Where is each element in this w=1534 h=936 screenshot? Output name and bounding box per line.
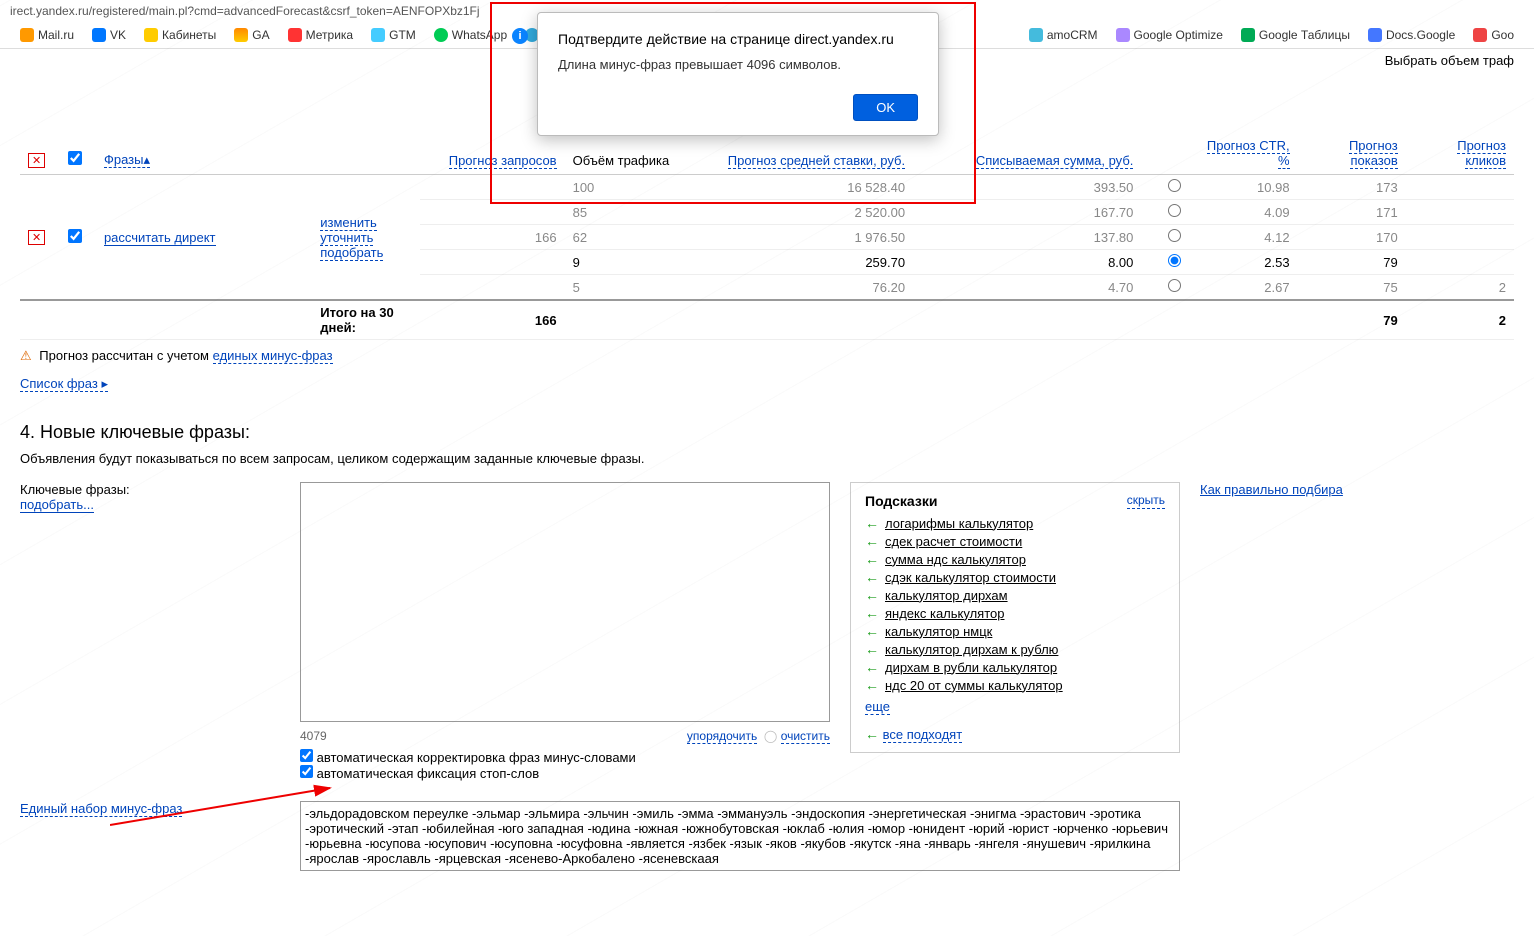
arrow-left-icon: ← <box>865 605 879 621</box>
bookmark-amocrm[interactable]: amoCRM <box>1029 28 1098 42</box>
phrases-textarea[interactable] <box>300 482 830 722</box>
hint-link[interactable]: яндекс калькулятор <box>885 606 1004 621</box>
hint-item[interactable]: ← калькулятор нмцк <box>865 623 1165 639</box>
auto-stopwords-checkbox[interactable] <box>300 765 313 778</box>
col-requests[interactable]: Прогноз запросов <box>449 153 557 169</box>
arrow-left-icon: ← <box>865 515 879 531</box>
col-phrases[interactable]: Фразы▴ <box>104 152 150 168</box>
bookmark-gtm[interactable]: GTM <box>371 28 416 42</box>
clear-link[interactable]: очистить <box>781 729 830 744</box>
hints-box: Подсказки скрыть ← логарифмы калькулятор… <box>850 482 1180 753</box>
bookmark-vk[interactable]: VK <box>92 28 126 42</box>
all-ok-link[interactable]: все подходят <box>883 727 963 743</box>
row-radio[interactable] <box>1168 179 1181 192</box>
minus-textarea[interactable] <box>300 801 1180 871</box>
info-icon: i <box>512 28 528 44</box>
minus-phrases-row: Единый набор минус-фраз <box>0 791 1534 881</box>
pick-phrases-link[interactable]: подобрать... <box>20 497 94 513</box>
confirm-dialog: Подтвердите действие на странице direct.… <box>537 12 939 136</box>
arrow-left-icon: ← <box>865 659 879 675</box>
arrow-left-icon: ← <box>865 726 879 742</box>
bookmark-ga[interactable]: GA <box>234 28 269 42</box>
delete-all-icon[interactable]: ✕ <box>28 153 45 168</box>
phrases-label: Ключевые фразы: <box>20 482 130 497</box>
arrow-left-icon: ← <box>865 533 879 549</box>
select-all-checkbox[interactable] <box>68 151 82 165</box>
bookmark-cabinets[interactable]: Кабинеты <box>144 28 216 42</box>
hints-hide-link[interactable]: скрыть <box>1127 493 1165 509</box>
col-ctr[interactable]: Прогноз CTR, % <box>1207 138 1290 169</box>
hint-item[interactable]: ← дирхам в рубли калькулятор <box>865 659 1165 675</box>
section-title: 4. Новые ключевые фразы: <box>20 422 1514 443</box>
hint-item[interactable]: ← калькулятор дирхам <box>865 587 1165 603</box>
hint-item[interactable]: ← яндекс калькулятор <box>865 605 1165 621</box>
hint-link[interactable]: логарифмы калькулятор <box>885 516 1033 531</box>
hint-link[interactable]: калькулятор дирхам <box>885 588 1008 603</box>
table-row: ✕ рассчитать директ изменить уточнить по… <box>20 175 1514 200</box>
section-desc: Объявления будут показываться по всем за… <box>20 451 1514 466</box>
arrow-left-icon: ← <box>865 641 879 657</box>
warning-icon: ⚠ <box>20 348 32 363</box>
minus-set-link[interactable]: Единый набор минус-фраз <box>20 801 182 817</box>
hint-item[interactable]: ← сдек расчет стоимости <box>865 533 1165 549</box>
hints-more-link[interactable]: еще <box>865 699 890 715</box>
row-radio[interactable] <box>1168 254 1181 267</box>
auto-correct-checkbox[interactable] <box>300 749 313 762</box>
arrow-left-icon: ← <box>865 569 879 585</box>
bookmark-optimize[interactable]: Google Optimize <box>1116 28 1223 42</box>
ok-button[interactable]: OK <box>853 94 918 121</box>
forecast-table: ✕ Фразы▴ Прогноз запросов Объём трафика … <box>20 132 1514 340</box>
total-row: Итого на 30 дней: 166 79 2 <box>20 300 1514 340</box>
col-traffic: Объём трафика <box>565 132 709 175</box>
arrow-left-icon: ← <box>865 677 879 693</box>
bookmark-google[interactable]: Goo <box>1473 28 1514 42</box>
row-radio[interactable] <box>1168 279 1181 292</box>
arrow-left-icon: ← <box>865 587 879 603</box>
hint-link[interactable]: ндс 20 от суммы калькулятор <box>885 678 1063 693</box>
how-to-pick-link[interactable]: Как правильно подбира <box>1200 482 1343 497</box>
bookmark-mailru[interactable]: Mail.ru <box>20 28 74 42</box>
col-writeoff[interactable]: Списываемая сумма, руб. <box>976 153 1134 169</box>
col-clicks[interactable]: Прогноз кликов <box>1457 138 1506 169</box>
action-change[interactable]: изменить <box>320 215 377 231</box>
hint-item[interactable]: ← логарифмы калькулятор <box>865 515 1165 531</box>
hint-link[interactable]: сдек расчет стоимости <box>885 534 1022 549</box>
phrase-link[interactable]: рассчитать директ <box>104 230 216 246</box>
hint-item[interactable]: ← ндс 20 от суммы калькулятор <box>865 677 1165 693</box>
hint-link[interactable]: дирхам в рубли калькулятор <box>885 660 1057 675</box>
action-refine[interactable]: уточнить <box>320 230 373 246</box>
bookmark-sheets[interactable]: Google Таблицы <box>1241 28 1350 42</box>
row-checkbox[interactable] <box>68 229 82 243</box>
note-line: ⚠ Прогноз рассчитан с учетом единых мину… <box>0 340 1534 372</box>
minus-phrases-link[interactable]: единых минус-фраз <box>213 348 333 364</box>
hint-link[interactable]: калькулятор дирхам к рублю <box>885 642 1058 657</box>
sort-link[interactable]: упорядочить <box>687 729 757 744</box>
bookmark-whatsapp[interactable]: WhatsApp <box>434 28 507 42</box>
hints-title: Подсказки <box>865 493 937 509</box>
hint-link[interactable]: сумма ндс калькулятор <box>885 552 1026 567</box>
delete-row-icon[interactable]: ✕ <box>28 230 45 245</box>
bookmark-docs[interactable]: Docs.Google <box>1368 28 1455 42</box>
hint-link[interactable]: сдэк калькулятор стоимости <box>885 570 1056 585</box>
dialog-text: Длина минус-фраз превышает 4096 символов… <box>558 57 918 72</box>
col-avg-rate[interactable]: Прогноз средней ставки, руб. <box>728 153 905 169</box>
arrow-left-icon: ← <box>865 623 879 639</box>
section-new-phrases: 4. Новые ключевые фразы: Объявления буду… <box>0 412 1534 791</box>
phrase-list-link[interactable]: Список фраз ▸ <box>20 376 108 392</box>
hint-item[interactable]: ← сдэк калькулятор стоимости <box>865 569 1165 585</box>
action-pick[interactable]: подобрать <box>320 245 383 261</box>
row-radio[interactable] <box>1168 204 1181 217</box>
dialog-title: Подтвердите действие на странице direct.… <box>558 31 918 47</box>
bookmark-metrika[interactable]: Метрика <box>288 28 353 42</box>
hint-item[interactable]: ← калькулятор дирхам к рублю <box>865 641 1165 657</box>
arrow-left-icon: ← <box>865 551 879 567</box>
row-radio[interactable] <box>1168 229 1181 242</box>
hint-link[interactable]: калькулятор нмцк <box>885 624 992 639</box>
hint-item[interactable]: ← сумма ндс калькулятор <box>865 551 1165 567</box>
col-shows[interactable]: Прогноз показов <box>1349 138 1398 169</box>
char-counter: 4079 <box>300 729 327 743</box>
